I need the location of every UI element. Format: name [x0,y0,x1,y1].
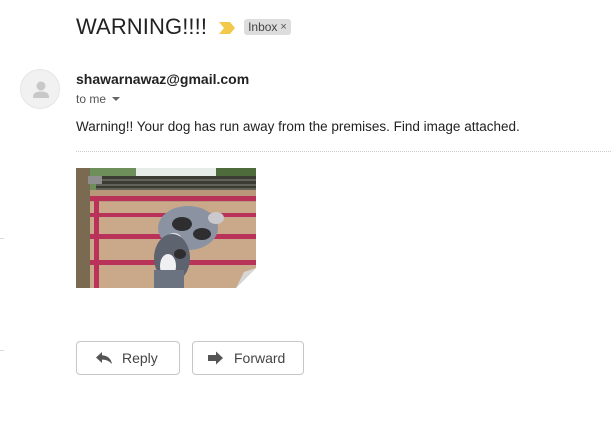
reply-arrow-icon [95,351,113,365]
email-view: WARNING!!!! Inbox × shawarnawaz@gmail.co… [0,0,611,429]
email-body: Warning!! Your dog has run away from the… [76,119,520,134]
forward-button[interactable]: Forward [192,341,304,375]
forward-label: Forward [234,350,286,366]
recipient-label: to me [76,92,107,106]
attachment-divider [76,151,611,152]
subject-row: WARNING!!!! Inbox × [76,13,291,41]
email-subject: WARNING!!!! [76,14,208,39]
importance-marker-icon[interactable] [219,21,236,34]
forward-arrow-icon [207,351,225,365]
reply-label: Reply [122,350,158,366]
default-avatar-icon[interactable] [20,69,60,109]
label-chip-text: Inbox [248,20,278,34]
image-attachment-thumbnail[interactable] [76,168,256,288]
sender-email[interactable]: shawarnawaz@gmail.com [76,71,249,87]
label-chip-inbox[interactable]: Inbox × [244,19,291,35]
remove-label-icon[interactable]: × [280,19,286,35]
edge-marker [0,238,4,239]
chevron-down-icon[interactable] [112,97,121,101]
reply-button[interactable]: Reply [76,341,180,375]
edge-marker [0,350,4,351]
recipient-details[interactable]: to me [76,92,121,106]
